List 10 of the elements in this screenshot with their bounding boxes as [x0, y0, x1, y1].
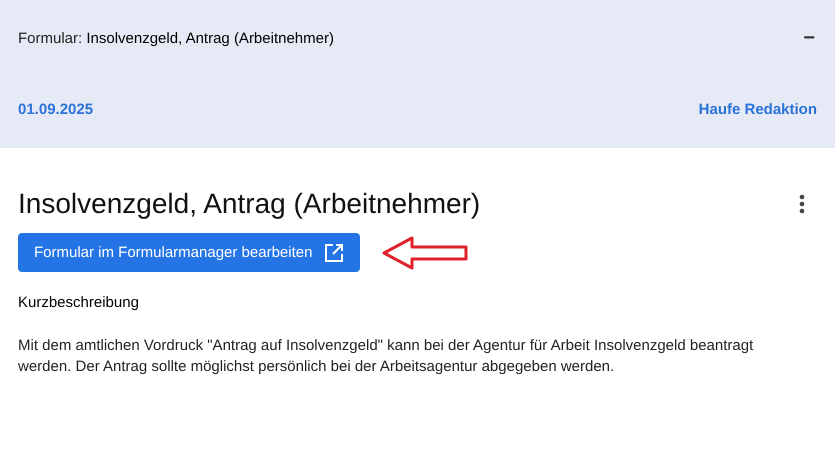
page-title: Insolvenzgeld, Antrag (Arbeitnehmer) — [18, 187, 480, 221]
section-heading: Kurzbeschreibung — [18, 294, 140, 311]
external-link-icon — [324, 242, 344, 262]
author: Haufe Redaktion — [698, 101, 817, 118]
more-icon[interactable] — [799, 194, 805, 214]
date: 01.09.2025 — [18, 101, 94, 118]
form-title: Formular: Insolvenzgeld, Antrag (Arbeitnehmer) — [18, 30, 334, 46]
collapse-button[interactable]: − — [801, 28, 817, 48]
edit-form-button[interactable]: Formular im Formularmanager bearbeiten — [18, 233, 360, 272]
description: Mit dem amtlichen Vordruck "Antrag auf Insolvenzgeld" kann bei der Agentur für Arbeit Insolvenzgeld beantragt werden. Der Antrag sollte möglichst persönlich bei der Arbeitsagentur abgegeben werden. — [18, 336, 754, 377]
